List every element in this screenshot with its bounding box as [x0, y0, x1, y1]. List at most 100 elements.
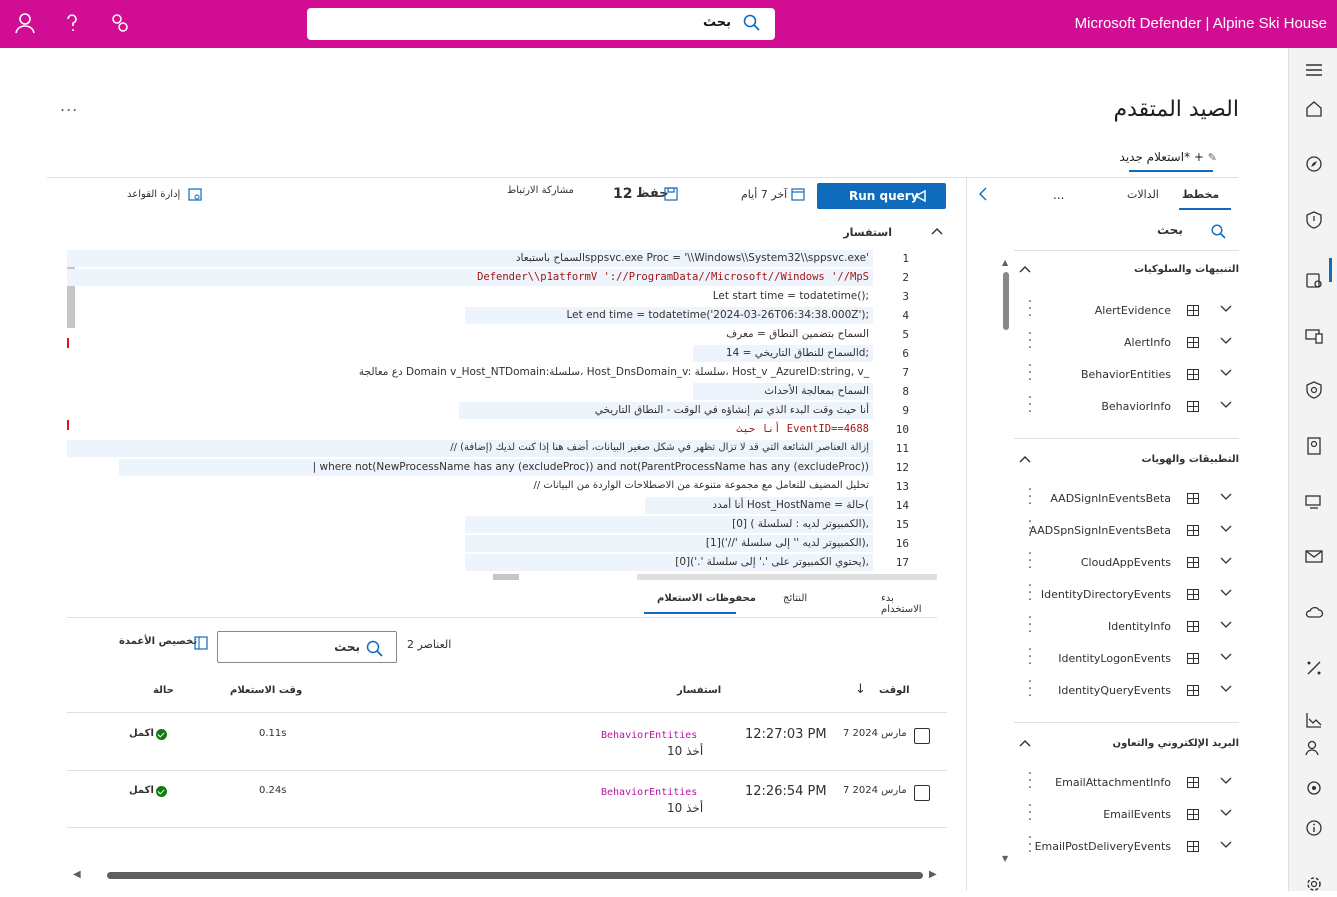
- schema-table-item[interactable]: · · · EmailPostDeliveryEvents: [1014, 831, 1239, 861]
- devices-icon[interactable]: [1304, 326, 1324, 346]
- schema-scrollbar[interactable]: ▲ ▼: [1002, 258, 1009, 863]
- schema-table-item[interactable]: · · · BehaviorInfo: [1014, 391, 1239, 421]
- collapse-editor-icon[interactable]: [930, 225, 944, 240]
- tab-results[interactable]: النتائج: [783, 593, 807, 604]
- gear-icon[interactable]: [1304, 874, 1324, 894]
- more-options-icon[interactable]: · · ·: [1027, 611, 1033, 639]
- search-icon[interactable]: [1211, 224, 1227, 243]
- security-icon[interactable]: [1304, 380, 1324, 400]
- col-state-header[interactable]: حالة: [153, 685, 174, 696]
- users-icon[interactable]: [1304, 738, 1324, 758]
- help-icon[interactable]: [64, 12, 80, 37]
- schema-group-email[interactable]: البريد الإلكتروني والتعاون: [1014, 738, 1239, 758]
- more-options-icon[interactable]: · · ·: [1027, 295, 1033, 323]
- more-options-icon[interactable]: · · ·: [1027, 799, 1033, 827]
- editor-scrollbar[interactable]: [67, 574, 947, 580]
- schema-table-item[interactable]: · · · CloudAppEvents: [1014, 547, 1239, 577]
- more-options-icon[interactable]: · · ·: [1027, 391, 1033, 419]
- schema-table-item[interactable]: · · · EmailEvents: [1014, 799, 1239, 829]
- columns-icon[interactable]: [193, 635, 209, 654]
- endpoints-icon[interactable]: [1304, 492, 1324, 512]
- chevron-up-icon: [1019, 266, 1031, 273]
- share-link-button[interactable]: مشاركة الارتباط: [507, 185, 574, 196]
- col-time-header[interactable]: الوقت: [879, 685, 910, 696]
- results-scrollbar[interactable]: ◀ ▶: [67, 868, 947, 882]
- scroll-right-icon[interactable]: ▶: [929, 869, 937, 880]
- results-tabs: بدء الاستخدام النتائج محفوظات الاستعلام: [67, 588, 937, 618]
- code-line-text: يحتوي الكمبيوتر على '.' إلى سلسلة '.')[0…: [675, 556, 869, 568]
- partner-icon[interactable]: [1304, 778, 1324, 798]
- schema-table-item[interactable]: · · · BehaviorEntities: [1014, 359, 1239, 389]
- incidents-icon[interactable]: [1304, 270, 1324, 290]
- schema-scroll-thumb[interactable]: [1003, 272, 1009, 330]
- schema-table-item[interactable]: · · · IdentityQueryEvents: [1014, 675, 1239, 705]
- tab-new-query[interactable]: استعلام جديد* + ✎: [1120, 150, 1221, 164]
- mail-icon[interactable]: [1304, 546, 1324, 566]
- cloud-icon[interactable]: [1304, 602, 1324, 622]
- more-options-icon[interactable]: · · ·: [1027, 767, 1033, 795]
- schema-table-item[interactable]: · · · AADSignInEventsBeta: [1014, 483, 1239, 513]
- schema-table-item[interactable]: · · · EmailAttachmentInfo: [1014, 767, 1239, 797]
- code-line: Defender\\p1atformV '://ProgramData//Mic…: [67, 269, 873, 286]
- schema-group-alerts[interactable]: التنبيهات والسلوكيات: [1014, 264, 1239, 284]
- more-options-icon[interactable]: · · ·: [1027, 643, 1033, 671]
- query-editor[interactable]: 1 السماح باستبعادsppsvc.exe Proc = '\\Wi…: [67, 248, 947, 580]
- scroll-down-icon[interactable]: ▼: [1002, 854, 1008, 863]
- calendar-icon[interactable]: [790, 186, 806, 205]
- row-checkbox[interactable]: [914, 785, 930, 801]
- schema-more-button[interactable]: ...: [1053, 188, 1064, 202]
- run-query-button[interactable]: Run query: [817, 183, 946, 209]
- row-checkbox[interactable]: [914, 728, 930, 744]
- profile-icon[interactable]: [14, 12, 36, 37]
- more-options-icon[interactable]: · · ·: [1027, 675, 1033, 703]
- hamburger-menu-icon[interactable]: [1304, 60, 1324, 80]
- tools-icon[interactable]: [1304, 658, 1324, 678]
- compass-icon[interactable]: [1304, 154, 1324, 174]
- table-row[interactable]: 7 مارس 2024 12:27:03 PM BehaviorEntities…: [67, 714, 947, 771]
- collapse-panel-icon[interactable]: [977, 186, 989, 205]
- more-options-icon[interactable]: · · ·: [1027, 831, 1033, 859]
- schema-table-item[interactable]: · · · AADSpnSignInEventsBeta: [1014, 515, 1239, 545]
- more-options-icon[interactable]: · · ·: [1027, 483, 1033, 511]
- reports-icon[interactable]: [1304, 710, 1324, 730]
- query-editor-label: استفسار: [843, 226, 892, 239]
- schema-group-apps[interactable]: التطبيقات والهويات: [1014, 454, 1239, 474]
- global-search-box[interactable]: بحث: [307, 8, 775, 40]
- results-scroll-thumb[interactable]: [107, 872, 923, 879]
- info-icon[interactable]: [1304, 818, 1324, 838]
- col-query-header[interactable]: استفسار: [677, 685, 721, 696]
- tab-schema[interactable]: مخطط: [1182, 188, 1219, 201]
- time-range-label[interactable]: آخر 7 أيام: [741, 188, 787, 201]
- tab-get-started[interactable]: بدء الاستخدام: [881, 593, 937, 615]
- tab-query-history[interactable]: محفوظات الاستعلام: [657, 593, 756, 604]
- save-icon[interactable]: [663, 186, 679, 205]
- schema-table-item[interactable]: · · · IdentityLogonEvents: [1014, 643, 1239, 673]
- scroll-up-icon[interactable]: ▲: [1002, 258, 1008, 267]
- global-search-placeholder: بحث: [702, 15, 731, 30]
- results-search-input[interactable]: بحث: [217, 631, 397, 663]
- schema-table-item[interactable]: · · · AlertEvidence: [1014, 295, 1239, 325]
- more-options-icon[interactable]: · · ·: [1027, 327, 1033, 355]
- sort-arrow-icon[interactable]: ↓: [855, 682, 866, 697]
- customize-columns-button[interactable]: تخصيص الأعمدة: [119, 636, 197, 647]
- scroll-left-icon[interactable]: ◀: [73, 869, 81, 880]
- schema-table-item[interactable]: · · · IdentityInfo: [1014, 611, 1239, 641]
- more-options-icon[interactable]: · · ·: [1027, 579, 1033, 607]
- manage-rules-button[interactable]: إدارة القواعد: [127, 189, 180, 200]
- more-options-icon[interactable]: · · ·: [1027, 359, 1033, 387]
- page-more-button[interactable]: ...: [60, 96, 78, 115]
- more-options-icon[interactable]: · · ·: [1027, 547, 1033, 575]
- line-number: 17: [895, 556, 909, 569]
- schema-table-item[interactable]: · · · IdentityDirectoryEvents: [1014, 579, 1239, 609]
- identity-icon[interactable]: [1304, 436, 1324, 456]
- tab-functions[interactable]: الدالات: [1127, 188, 1159, 201]
- table-row[interactable]: 7 مارس 2024 12:26:54 PM BehaviorEntities…: [67, 771, 947, 828]
- shield-icon[interactable]: [1304, 210, 1324, 230]
- schema-search-label[interactable]: بحث: [1157, 223, 1183, 237]
- schema-table-item[interactable]: · · · AlertInfo: [1014, 327, 1239, 357]
- settings-icon[interactable]: [110, 12, 130, 37]
- rules-icon[interactable]: [187, 186, 203, 205]
- col-duration-header[interactable]: وقت الاستعلام: [230, 685, 302, 696]
- home-icon[interactable]: [1304, 99, 1324, 119]
- editor-scroll-thumb[interactable]: [493, 574, 519, 580]
